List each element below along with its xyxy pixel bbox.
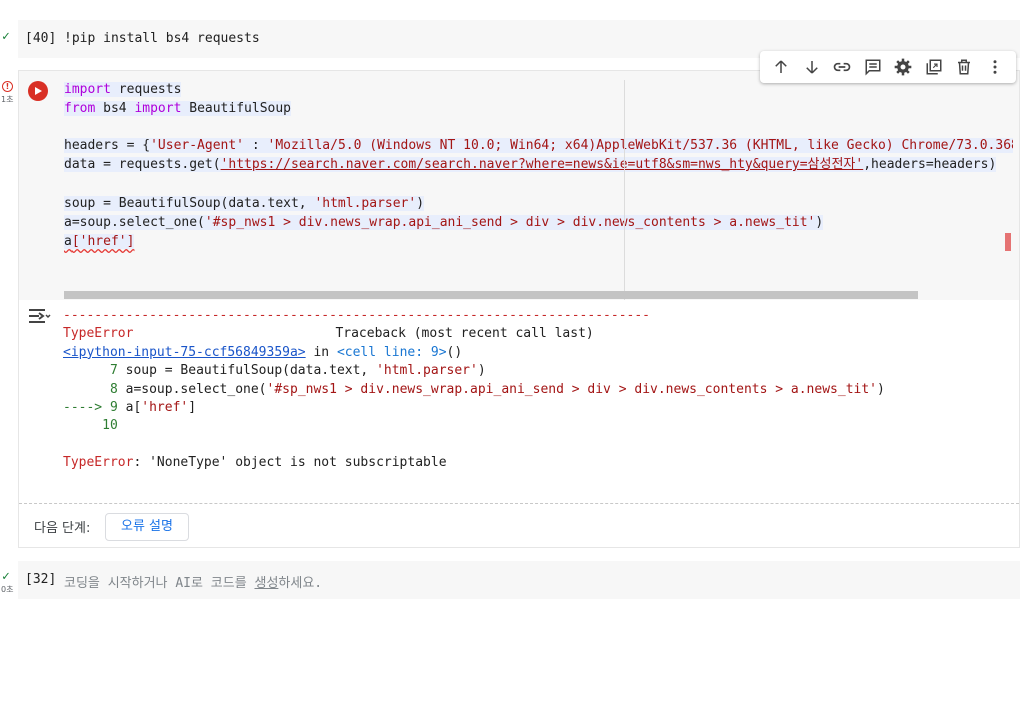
more-vert-icon: [993, 60, 997, 74]
delete-button[interactable]: [949, 52, 980, 82]
mirror-cell-button[interactable]: [919, 52, 950, 82]
more-options-button[interactable]: [980, 52, 1011, 82]
code-cell-3[interactable]: [32] 코딩을 시작하거나 AI로 코드를 생성하세요.: [18, 561, 1020, 599]
play-icon: [35, 87, 42, 95]
output-actions-button[interactable]: [27, 306, 51, 328]
move-up-icon: [775, 60, 788, 73]
ipython-input-link[interactable]: <ipython-input-75-ccf56849359a>: [63, 345, 306, 360]
code-line: data = requests.get('https://search.nave…: [64, 157, 997, 172]
code-line: headers = {'User-Agent' : 'Mozilla/5.0 (…: [64, 136, 1013, 155]
delete-icon: [958, 59, 971, 75]
code-line: a=soup.select_one('#sp_nws1 > div.news_w…: [64, 215, 824, 230]
code-line: import requests: [64, 82, 182, 97]
generate-link[interactable]: 생성: [254, 576, 278, 591]
error-marker: [1005, 233, 1011, 251]
traceback-line: 8 a=soup.select_one('#sp_nws1 > div.news…: [63, 381, 885, 397]
ruler-line: [624, 80, 625, 300]
execution-time: 0초: [1, 585, 14, 594]
comment-icon: [865, 59, 881, 76]
comment-button[interactable]: [858, 52, 889, 82]
error-status-icon: !: [2, 81, 13, 92]
link-button[interactable]: [827, 52, 858, 82]
cell-toolbar: [760, 51, 1016, 83]
move-up-button[interactable]: [766, 52, 797, 82]
execution-time: 1초: [1, 95, 14, 104]
error-message: TypeError: 'NoneType' object is not subs…: [63, 455, 447, 471]
horizontal-scrollbar[interactable]: [64, 291, 918, 299]
code-line: soup = BeautifulSoup(data.text, 'html.pa…: [64, 196, 425, 211]
next-steps-label: 다음 단계:: [34, 521, 91, 536]
move-down-icon: [805, 61, 818, 74]
traceback-line: ----> 9 a['href']: [63, 399, 197, 415]
settings-icon: [894, 58, 912, 76]
success-check-icon: ✓: [2, 569, 10, 584]
move-down-button[interactable]: [797, 52, 828, 82]
mirror-cell-icon: [926, 59, 942, 75]
code-line: from bs4 import BeautifulSoup: [64, 101, 291, 116]
output-divider: [19, 503, 1019, 504]
output-menu-icon: [29, 309, 51, 323]
cell-output: ----------------------------------------…: [63, 307, 1013, 473]
code-line: a['href']: [64, 234, 135, 249]
cell-placeholder[interactable]: 코딩을 시작하거나 AI로 코드를 생성하세요.: [64, 572, 322, 591]
traceback-header: TypeError Traceback (most recent call las…: [63, 326, 594, 342]
code-line[interactable]: !pip install bs4 requests: [64, 31, 260, 46]
traceback-line: 10: [63, 418, 118, 434]
execution-count: [40]: [25, 31, 57, 46]
settings-button[interactable]: [888, 52, 919, 82]
success-check-icon: ✓: [2, 29, 10, 44]
code-editor[interactable]: import requests from bs4 import Beautifu…: [59, 80, 1013, 280]
execution-count: [32]: [25, 572, 57, 587]
traceback-line: 7 soup = BeautifulSoup(data.text, 'html.…: [63, 363, 486, 379]
traceback-location: <ipython-input-75-ccf56849359a> in <cell…: [63, 344, 463, 360]
run-cell-button[interactable]: [28, 81, 48, 101]
link-icon: [834, 62, 851, 72]
output-separator: ----------------------------------------…: [63, 308, 650, 323]
explain-error-button[interactable]: 오류 설명: [105, 513, 189, 541]
